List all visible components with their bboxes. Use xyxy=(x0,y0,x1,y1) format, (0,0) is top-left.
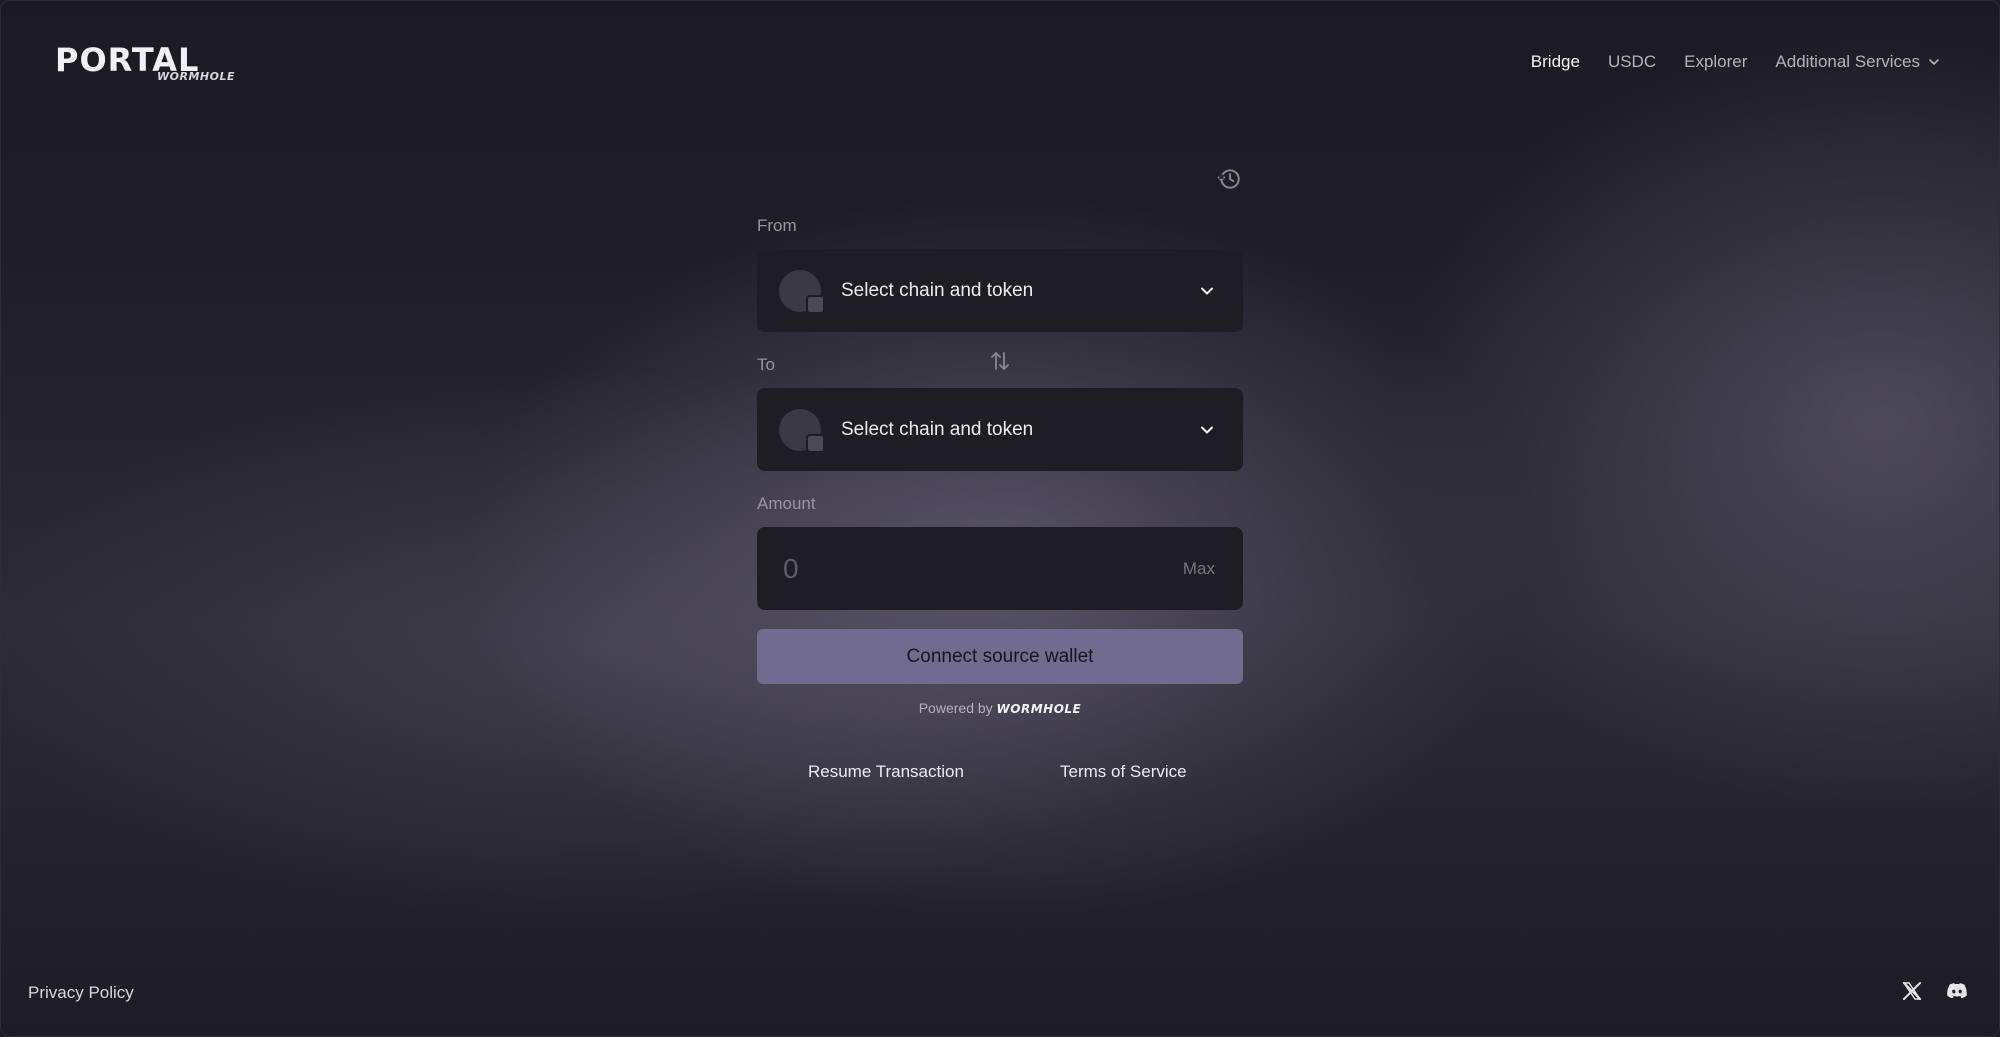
logo-subtext: WORMHOLE xyxy=(157,70,235,83)
discord-icon[interactable] xyxy=(1946,980,1968,1002)
from-chain-badge xyxy=(806,294,825,314)
wormhole-brand: WORMHOLE xyxy=(996,702,1082,716)
terms-of-service-link[interactable]: Terms of Service xyxy=(1060,762,1187,782)
max-button[interactable]: Max xyxy=(1183,559,1215,579)
chevron-down-icon xyxy=(1201,426,1213,433)
portal-logo[interactable]: PORTAL WORMHOLE xyxy=(55,44,237,84)
chevron-down-icon xyxy=(1929,59,1939,65)
amount-field: Max xyxy=(757,527,1243,610)
from-token-placeholder-icon xyxy=(779,269,825,314)
powered-by: Powered by WORMHOLE xyxy=(0,700,2000,716)
top-nav: Bridge USDC Explorer Additional Services xyxy=(1531,52,1940,72)
resume-transaction-link[interactable]: Resume Transaction xyxy=(808,762,964,782)
nav-additional-services[interactable]: Additional Services xyxy=(1775,52,1940,72)
from-label: From xyxy=(757,216,797,235)
to-chain-badge xyxy=(806,433,825,453)
swap-arrows-icon[interactable] xyxy=(990,350,1010,372)
privacy-policy-link[interactable]: Privacy Policy xyxy=(28,983,134,1003)
x-icon[interactable] xyxy=(1901,980,1923,1002)
to-select-label: Select chain and token xyxy=(841,418,1034,440)
to-label: To xyxy=(757,355,775,374)
nav-additional-services-label: Additional Services xyxy=(1775,52,1920,71)
powered-by-text: Powered by xyxy=(918,700,993,716)
history-icon[interactable] xyxy=(1216,166,1242,192)
chevron-down-icon xyxy=(1201,287,1213,294)
nav-explorer[interactable]: Explorer xyxy=(1684,52,1747,72)
amount-label: Amount xyxy=(757,494,816,513)
from-select-label: Select chain and token xyxy=(841,279,1034,301)
nav-bridge[interactable]: Bridge xyxy=(1531,52,1580,72)
to-chain-token-select[interactable]: Select chain and token xyxy=(757,388,1243,471)
to-token-placeholder-icon xyxy=(779,408,825,453)
amount-input[interactable] xyxy=(781,551,1183,586)
from-chain-token-select[interactable]: Select chain and token xyxy=(757,249,1243,332)
nav-usdc[interactable]: USDC xyxy=(1608,52,1656,72)
connect-source-wallet-button[interactable]: Connect source wallet xyxy=(757,629,1243,684)
window-frame xyxy=(0,0,2000,1037)
